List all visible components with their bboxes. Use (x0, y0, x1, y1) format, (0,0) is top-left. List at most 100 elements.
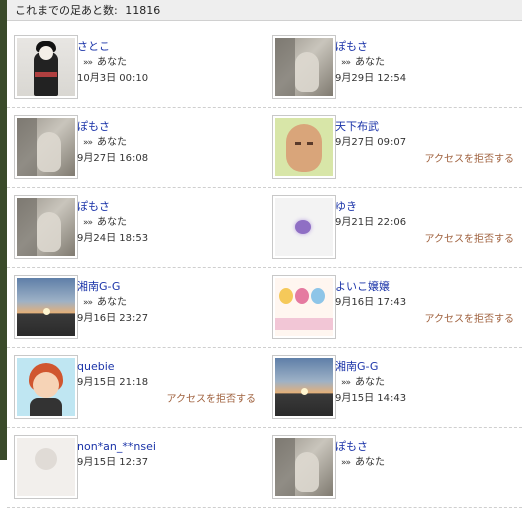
deny-access-link[interactable]: アクセスを拒否する (425, 310, 515, 325)
visit-timestamp: 9月15日 12:37 (77, 457, 149, 468)
user-photo (275, 118, 333, 176)
visitor-info: ぽもさ »» あなた 9月29日 12:54 (335, 39, 406, 87)
arrow-icon: »» (83, 138, 93, 148)
visited-you-text: あなた (97, 137, 128, 148)
visited-you-line: »» あなた (77, 215, 148, 231)
visit-timestamp: 9月27日 16:08 (77, 153, 149, 164)
arrow-icon: »» (341, 378, 351, 388)
user-photo (17, 358, 75, 416)
visitor-name-link[interactable]: 天下布武 (335, 119, 406, 135)
visitor-name-link[interactable]: 湘南G-G (77, 279, 148, 295)
footprint-count-header: これまでの足あと数: 11816 (7, 0, 522, 21)
user-photo (275, 438, 333, 496)
visitor-name-link[interactable]: ゆき (335, 199, 406, 215)
visitor-info: さとこ »» あなた 10月3日 00:10 (77, 39, 148, 87)
visitor-info: 湘南G-G »» あなた 9月15日 14:43 (335, 359, 406, 407)
visitor-info: よいこ嬢嬢 9月16日 17:43 (335, 279, 406, 311)
visited-you-line: »» あなた (77, 135, 148, 151)
arrow-icon: »» (83, 58, 93, 68)
deny-access-link[interactable]: アクセスを拒否する (425, 150, 515, 165)
visitor-entry: 湘南G-G »» あなた 9月15日 14:43 (265, 348, 522, 427)
visitor-info: quebie 9月15日 21:18 (77, 359, 148, 391)
user-photo (17, 278, 75, 336)
visited-you-text: あなた (355, 57, 386, 68)
visited-you-text: あなた (97, 57, 128, 68)
visitor-name-link[interactable]: ぽもさ (335, 439, 385, 455)
visited-you-text: あなた (355, 457, 386, 468)
visitor-name-link[interactable]: ぽもさ (335, 39, 406, 55)
user-photo (275, 358, 333, 416)
visited-you-text: あなた (97, 217, 128, 228)
user-thumbnail[interactable] (14, 275, 78, 339)
visit-timestamp: 9月16日 17:43 (335, 297, 407, 308)
visited-you-line: »» あなた (335, 455, 385, 471)
visitor-name-link[interactable]: ぽもさ (77, 119, 148, 135)
visited-you-text: あなた (355, 377, 386, 388)
visit-timestamp: 9月16日 23:27 (77, 313, 149, 324)
visitor-entry: ぽもさ»» あなた (265, 428, 522, 507)
visit-timestamp: 9月29日 12:54 (335, 73, 407, 84)
visitor-entry: よいこ嬢嬢 9月16日 17:43 アクセスを拒否する (265, 268, 522, 347)
user-thumbnail[interactable] (272, 115, 336, 179)
user-thumbnail[interactable] (272, 355, 336, 419)
visitor-name-link[interactable]: quebie (77, 359, 148, 375)
visit-timestamp: 9月27日 09:07 (335, 137, 407, 148)
visitor-row: non*an_**nsei 9月15日 12:37 ぽもさ»» あなた (7, 428, 522, 508)
user-thumbnail[interactable] (272, 35, 336, 99)
visited-you-line: »» あなた (335, 55, 406, 71)
visitor-name-link[interactable]: 湘南G-G (335, 359, 406, 375)
visitor-info: 湘南G-G »» あなた 9月16日 23:27 (77, 279, 148, 327)
visited-you-line: »» あなた (77, 55, 148, 71)
deny-access-link[interactable]: アクセスを拒否する (425, 230, 515, 245)
arrow-icon: »» (83, 298, 93, 308)
user-photo (275, 198, 333, 256)
visitor-entry: non*an_**nsei 9月15日 12:37 (7, 428, 264, 507)
footprint-count-value: 11816 (125, 4, 161, 17)
visited-you-line: »» あなた (77, 295, 148, 311)
deny-access-link[interactable]: アクセスを拒否する (167, 390, 257, 405)
user-thumbnail[interactable] (272, 275, 336, 339)
user-thumbnail[interactable] (14, 195, 78, 259)
user-thumbnail[interactable] (272, 435, 336, 499)
visitor-info: non*an_**nsei 9月15日 12:37 (77, 439, 156, 471)
user-photo (275, 38, 333, 96)
user-photo (275, 278, 333, 336)
visitor-entry: さとこ »» あなた 10月3日 00:10 (7, 28, 264, 107)
visitor-name-link[interactable]: non*an_**nsei (77, 439, 156, 455)
footprint-count-label: これまでの足あと数: (15, 4, 118, 17)
visitor-row: さとこ »» あなた 10月3日 00:10 ぽもさ »» あなた 9月29日 12:54 (7, 28, 522, 108)
visitor-info: ゆき 9月21日 22:06 (335, 199, 406, 231)
visit-timestamp: 9月15日 14:43 (335, 393, 407, 404)
visit-timestamp: 9月15日 21:18 (77, 377, 149, 388)
visitor-info: ぽもさ »» あなた 9月24日 18:53 (77, 199, 148, 247)
visit-timestamp: 9月21日 22:06 (335, 217, 407, 228)
visited-you-text: あなた (97, 297, 128, 308)
footprints-panel: これまでの足あと数: 11816 さとこ»» あなた 10月3日 00:10 ぽもさ»… (7, 0, 522, 508)
arrow-icon: »» (341, 58, 351, 68)
visitor-entry: 天下布武 9月27日 09:07 アクセスを拒否する (265, 108, 522, 187)
user-thumbnail[interactable] (14, 435, 78, 499)
visitor-name-link[interactable]: よいこ嬢嬢 (335, 279, 406, 295)
visit-timestamp: 10月3日 00:10 (77, 73, 149, 84)
visitor-name-link[interactable]: さとこ (77, 39, 148, 55)
user-thumbnail[interactable] (14, 355, 78, 419)
visitor-row: ぽもさ »» あなた 9月24日 18:53 ゆき 9月21日 22:06 アクセスを拒否す… (7, 188, 522, 268)
visitor-row: ぽもさ »» あなた 9月27日 16:08 天下布武 9月27日 09:07 アクセスを拒… (7, 108, 522, 188)
user-photo (17, 198, 75, 256)
visitor-entry: ぽもさ »» あなた 9月29日 12:54 (265, 28, 522, 107)
visit-timestamp: 9月24日 18:53 (77, 233, 149, 244)
visitor-name-link[interactable]: ぽもさ (77, 199, 148, 215)
visitor-info: ぽもさ »» あなた 9月27日 16:08 (77, 119, 148, 167)
user-photo (17, 38, 75, 96)
visitor-entry: ゆき 9月21日 22:06 アクセスを拒否する (265, 188, 522, 267)
user-photo (17, 438, 75, 496)
user-photo (17, 118, 75, 176)
user-thumbnail[interactable] (14, 35, 78, 99)
visitor-entry: quebie 9月15日 21:18 アクセスを拒否する (7, 348, 264, 427)
visitor-entry: ぽもさ »» あなた 9月24日 18:53 (7, 188, 264, 267)
visitor-info: 天下布武 9月27日 09:07 (335, 119, 406, 151)
user-thumbnail[interactable] (14, 115, 78, 179)
visitor-row: quebie 9月15日 21:18 アクセスを拒否する 湘南G-G »» あなた 9月15… (7, 348, 522, 428)
visitor-info: ぽもさ»» あなた (335, 439, 385, 471)
user-thumbnail[interactable] (272, 195, 336, 259)
